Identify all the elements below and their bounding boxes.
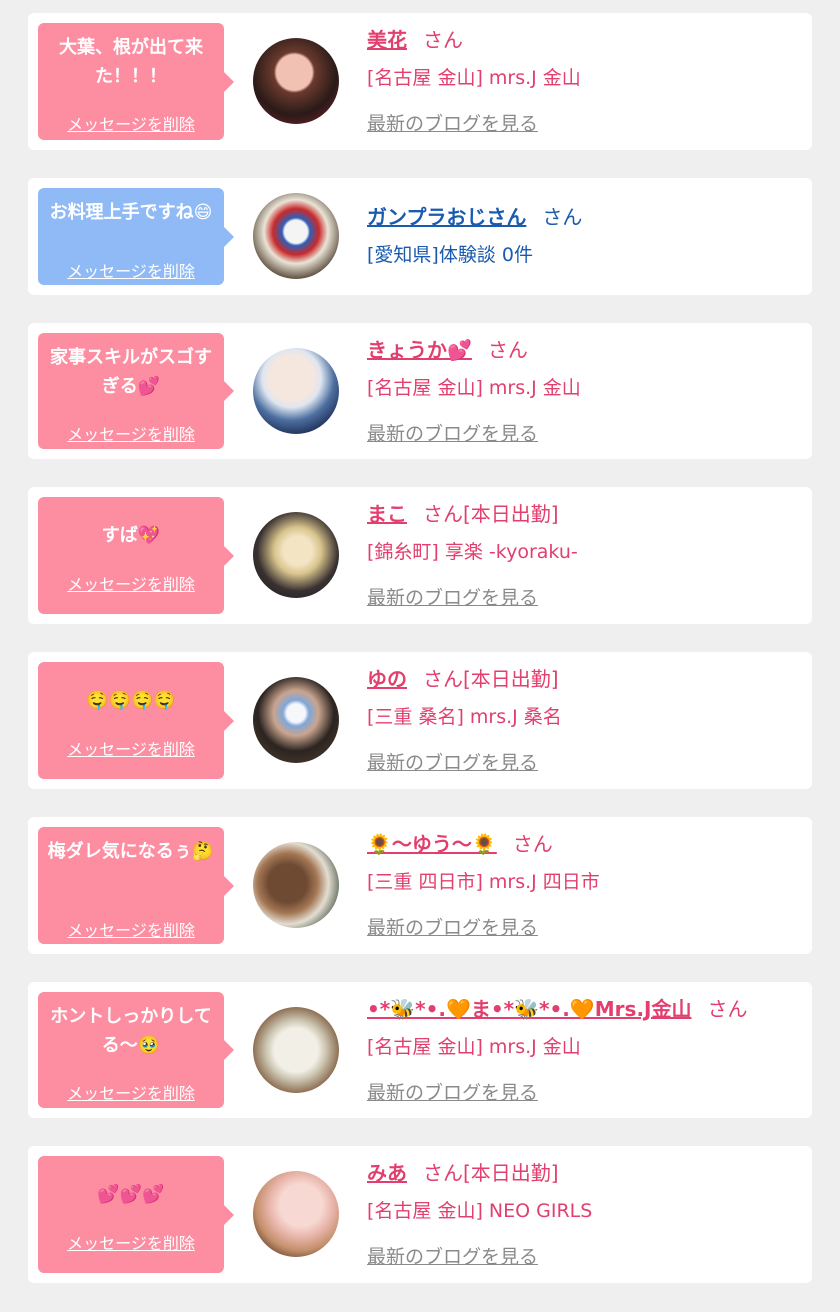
message-text: すば💖 xyxy=(101,525,161,546)
sender-name-link[interactable]: ゆの xyxy=(367,667,407,691)
message-bubble: ホントしっかりしてる〜🥹 メッセージを削除 xyxy=(38,992,234,1108)
message-card: お料理上手ですね😄 メッセージを削除 ガンプラおじさん さん [愛知県]体験談 0… xyxy=(28,178,812,295)
sender-name-link[interactable]: ガンプラおじさん xyxy=(367,205,526,229)
message-card: すば💖 メッセージを削除 まこ さん[本日出勤] [錦糸町] 享楽 -kyorak… xyxy=(28,487,812,624)
honorific: さん xyxy=(707,997,748,1021)
delete-message-link[interactable]: メッセージを削除 xyxy=(38,111,224,135)
message-list: 大葉、根が出て来た！！！ メッセージを削除 美花 さん [名古屋 金山] mrs.… xyxy=(28,13,812,1311)
avatar[interactable] xyxy=(253,193,339,279)
sender-info: •*🐝*•.🧡ま•*🐝*•.🧡Mrs.J金山 さん [名古屋 金山] mrs.J … xyxy=(367,994,802,1108)
shop-label: [三重 四日市] mrs.J 四日市 xyxy=(367,871,600,893)
avatar[interactable] xyxy=(253,38,339,124)
delete-message-link[interactable]: メッセージを削除 xyxy=(38,1080,224,1104)
message-card: 🤤🤤🤤🤤 メッセージを削除 ゆの さん[本日出勤] [三重 桑名] mrs.J 桑… xyxy=(28,652,812,789)
message-text: お料理上手ですね😄 xyxy=(49,202,213,223)
message-card: 家事スキルがスゴすぎる💕 メッセージを削除 きょうか💕 さん [名古屋 金山] m… xyxy=(28,323,812,459)
message-text: ホントしっかりしてる〜🥹 xyxy=(50,1006,212,1056)
honorific: さん[本日出勤] xyxy=(423,502,559,526)
shop-label: [錦糸町] 享楽 -kyoraku- xyxy=(367,541,578,563)
avatar[interactable] xyxy=(253,1007,339,1093)
sender-info: ゆの さん[本日出勤] [三重 桑名] mrs.J 桑名 最新のブログを見る xyxy=(367,664,802,778)
delete-message-link[interactable]: メッセージを削除 xyxy=(38,571,224,595)
sender-name-link[interactable]: •*🐝*•.🧡ま•*🐝*•.🧡Mrs.J金山 xyxy=(367,997,691,1021)
message-bubble: 梅ダレ気になるぅ🤔 メッセージを削除 xyxy=(38,827,234,944)
message-bubble: 大葉、根が出て来た！！！ メッセージを削除 xyxy=(38,23,234,140)
latest-blog-link[interactable]: 最新のブログを見る xyxy=(367,748,802,778)
shop-label: [三重 桑名] mrs.J 桑名 xyxy=(367,706,562,728)
sender-name-link[interactable]: 美花 xyxy=(367,28,407,52)
sender-name-link[interactable]: みあ xyxy=(367,1161,407,1185)
honorific: さん[本日出勤] xyxy=(423,1161,559,1185)
avatar[interactable] xyxy=(253,677,339,763)
avatar[interactable] xyxy=(253,348,339,434)
sender-name-link[interactable]: きょうか💕 xyxy=(367,338,472,362)
message-text: 🤤🤤🤤🤤 xyxy=(86,690,176,711)
delete-message-link[interactable]: メッセージを削除 xyxy=(38,421,224,445)
delete-message-link[interactable]: メッセージを削除 xyxy=(38,736,224,760)
delete-message-link[interactable]: メッセージを削除 xyxy=(38,258,224,282)
latest-blog-link[interactable]: 最新のブログを見る xyxy=(367,913,802,943)
message-text: 家事スキルがスゴすぎる💕 xyxy=(50,347,212,397)
honorific: さん xyxy=(512,832,553,856)
honorific: さん xyxy=(487,338,528,362)
latest-blog-link[interactable]: 最新のブログを見る xyxy=(367,109,802,139)
shop-label: [名古屋 金山] mrs.J 金山 xyxy=(367,1036,581,1058)
avatar[interactable] xyxy=(253,512,339,598)
shop-label: [名古屋 金山] NEO GIRLS xyxy=(367,1200,593,1222)
message-card: 💕💕💕 メッセージを削除 みあ さん[本日出勤] [名古屋 金山] NEO GIR… xyxy=(28,1146,812,1283)
sender-info: まこ さん[本日出勤] [錦糸町] 享楽 -kyoraku- 最新のブログを見る xyxy=(367,499,802,613)
honorific: さん xyxy=(423,28,463,52)
avatar[interactable] xyxy=(253,842,339,928)
sender-info: きょうか💕 さん [名古屋 金山] mrs.J 金山 最新のブログを見る xyxy=(367,335,802,449)
sender-info: ガンプラおじさん さん [愛知県]体験談 0件 xyxy=(367,202,802,270)
message-bubble: すば💖 メッセージを削除 xyxy=(38,497,234,614)
delete-message-link[interactable]: メッセージを削除 xyxy=(38,917,224,941)
message-bubble: 💕💕💕 メッセージを削除 xyxy=(38,1156,234,1273)
sender-info: 美花 さん [名古屋 金山] mrs.J 金山 最新のブログを見る xyxy=(367,25,802,139)
message-text: 大葉、根が出て来た！！！ xyxy=(59,37,203,87)
sender-info: 🌻〜ゆう〜🌻 さん [三重 四日市] mrs.J 四日市 最新のブログを見る xyxy=(367,829,802,943)
shop-label: [愛知県]体験談 0件 xyxy=(367,244,533,266)
message-text: 梅ダレ気になるぅ🤔 xyxy=(47,841,215,862)
latest-blog-link[interactable]: 最新のブログを見る xyxy=(367,419,802,449)
sender-name-link[interactable]: まこ xyxy=(367,502,407,526)
message-text: 💕💕💕 xyxy=(97,1184,165,1205)
avatar[interactable] xyxy=(253,1171,339,1257)
message-card: 梅ダレ気になるぅ🤔 メッセージを削除 🌻〜ゆう〜🌻 さん [三重 四日市] mrs… xyxy=(28,817,812,954)
shop-label: [名古屋 金山] mrs.J 金山 xyxy=(367,67,581,89)
message-bubble: お料理上手ですね😄 メッセージを削除 xyxy=(38,188,234,285)
message-card: 大葉、根が出て来た！！！ メッセージを削除 美花 さん [名古屋 金山] mrs.… xyxy=(28,13,812,150)
message-bubble: 🤤🤤🤤🤤 メッセージを削除 xyxy=(38,662,234,779)
sender-name-link[interactable]: 🌻〜ゆう〜🌻 xyxy=(367,832,497,856)
honorific: さん xyxy=(542,205,583,229)
message-card: ホントしっかりしてる〜🥹 メッセージを削除 •*🐝*•.🧡ま•*🐝*•.🧡Mrs… xyxy=(28,982,812,1118)
delete-message-link[interactable]: メッセージを削除 xyxy=(38,1230,224,1254)
shop-label: [名古屋 金山] mrs.J 金山 xyxy=(367,377,581,399)
honorific: さん[本日出勤] xyxy=(423,667,559,691)
latest-blog-link[interactable]: 最新のブログを見る xyxy=(367,1242,802,1272)
latest-blog-link[interactable]: 最新のブログを見る xyxy=(367,1078,802,1108)
latest-blog-link[interactable]: 最新のブログを見る xyxy=(367,583,802,613)
sender-info: みあ さん[本日出勤] [名古屋 金山] NEO GIRLS 最新のブログを見る xyxy=(367,1158,802,1272)
message-bubble: 家事スキルがスゴすぎる💕 メッセージを削除 xyxy=(38,333,234,449)
